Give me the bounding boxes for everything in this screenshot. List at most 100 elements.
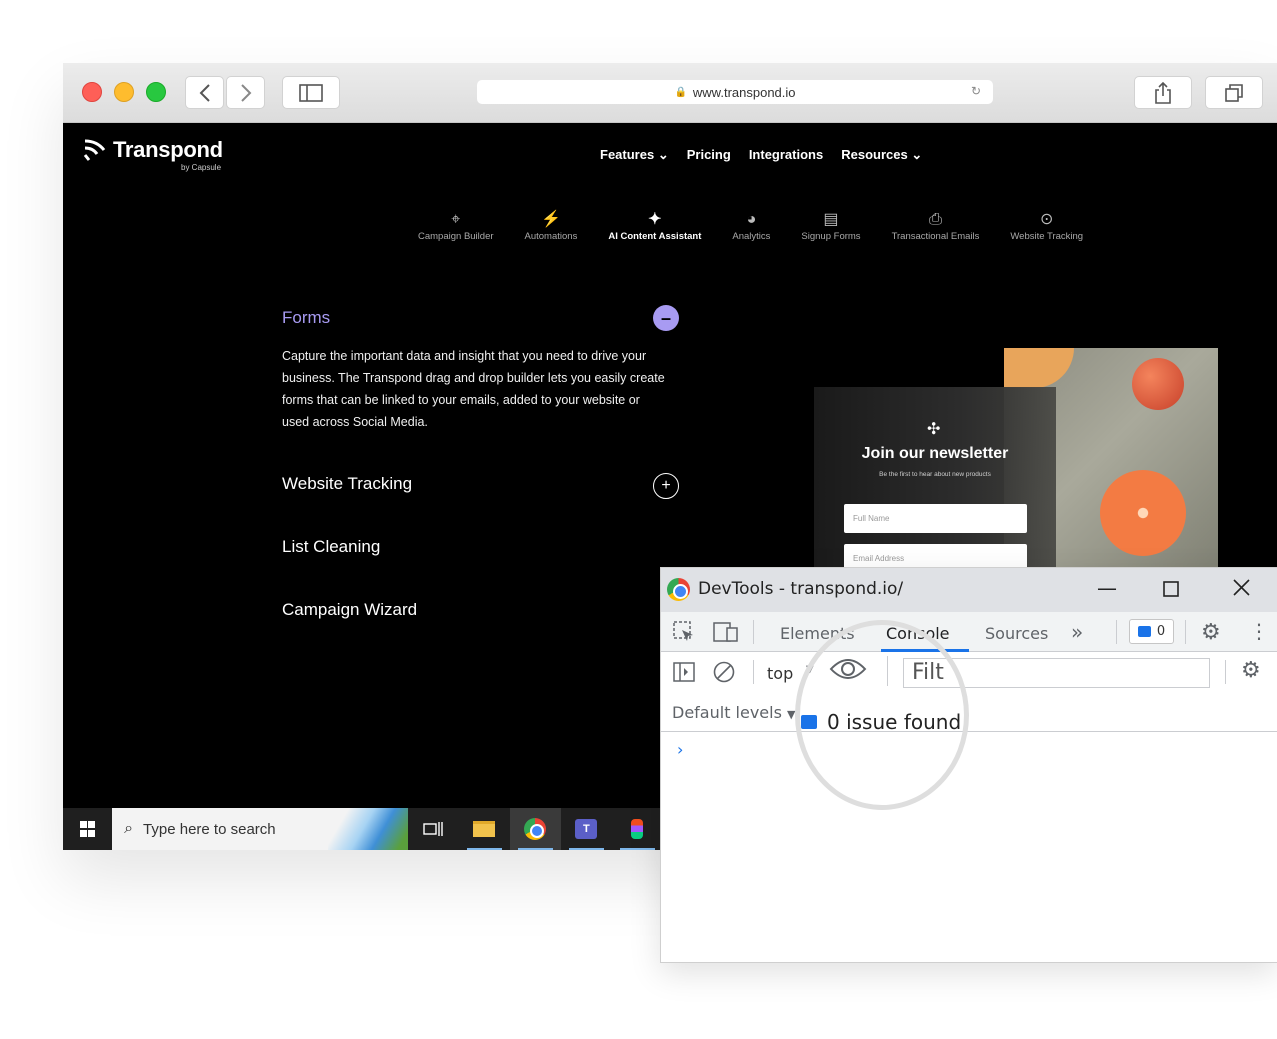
- target-icon: ⊙: [1040, 211, 1054, 228]
- taskbar-search[interactable]: ⌕ Type here to search: [112, 808, 408, 850]
- toolbar-divider: [1116, 620, 1117, 644]
- grapefruit-image: [1100, 470, 1186, 556]
- windows-start-icon[interactable]: [63, 808, 112, 850]
- toolbar-divider: [1225, 660, 1226, 684]
- accordion-forms[interactable]: Forms: [282, 308, 682, 328]
- sidebar-toggle-icon[interactable]: [673, 661, 695, 688]
- minimize-window-button[interactable]: [114, 82, 134, 102]
- nav-integrations[interactable]: Integrations: [749, 147, 823, 163]
- inspect-element-icon[interactable]: [673, 621, 695, 648]
- maximize-icon[interactable]: [1163, 578, 1179, 602]
- subnav-ai-content-assistant[interactable]: ✦ AI Content Assistant: [608, 209, 701, 242]
- back-button[interactable]: [185, 76, 224, 109]
- toolbar-divider: [1185, 620, 1186, 644]
- nav-features[interactable]: Features ⌄: [600, 147, 669, 163]
- console-settings-icon[interactable]: ⚙: [1241, 658, 1261, 683]
- transpond-logo[interactable]: Transpond by Capsule: [83, 137, 223, 172]
- context-selector[interactable]: top: [767, 664, 793, 683]
- message-icon: [801, 715, 817, 729]
- subnav-automations[interactable]: ⚡ Automations: [525, 209, 578, 242]
- sidebar-toggle-button[interactable]: [282, 76, 340, 109]
- subnav-signup-forms[interactable]: ▤ Signup Forms: [801, 209, 860, 242]
- chrome-icon[interactable]: [509, 808, 561, 850]
- sidebar-icon: [299, 83, 323, 102]
- accordion-body: Capture the important data and insight t…: [282, 349, 665, 429]
- close-icon[interactable]: [1233, 577, 1250, 601]
- transpond-logo-icon: [83, 139, 106, 161]
- subnav-campaign-builder[interactable]: ⌖ Campaign Builder: [418, 209, 494, 242]
- subnav-transactional-emails[interactable]: ⎙ Transactional Emails: [892, 209, 980, 242]
- issues-status[interactable]: 0 issue found: [801, 710, 961, 734]
- message-icon: [1137, 626, 1151, 637]
- share-button[interactable]: [1134, 76, 1192, 109]
- toolbar-divider: [753, 660, 754, 684]
- teams-icon[interactable]: T: [561, 808, 612, 850]
- accordion-title: Forms: [282, 308, 331, 327]
- nav-resources[interactable]: Resources ⌄: [841, 147, 922, 163]
- accordion-campaign-wizard[interactable]: Campaign Wizard: [282, 600, 682, 620]
- console-filter-input[interactable]: Filt: [903, 658, 1210, 688]
- toolbar-divider: [753, 620, 754, 644]
- device-toolbar-icon[interactable]: [713, 621, 739, 648]
- search-icon: ⌕: [124, 820, 134, 837]
- form-icon: ▤: [823, 211, 839, 228]
- issues-count: 0: [1156, 624, 1166, 639]
- brand-icon: ✣: [927, 421, 941, 438]
- tabs-overview-button[interactable]: [1205, 76, 1263, 109]
- minimize-icon[interactable]: —: [1097, 576, 1117, 600]
- newsletter-subtitle: Be the first to hear about new products: [879, 471, 991, 478]
- lock-icon: 🔒: [674, 86, 687, 98]
- accordion-title: Campaign Wizard: [282, 600, 418, 619]
- close-window-button[interactable]: [82, 82, 102, 102]
- more-options-icon[interactable]: ⋮: [1249, 619, 1269, 643]
- zoom-window-button[interactable]: [146, 82, 166, 102]
- main-navigation: Features ⌄ Pricing Integrations Resource…: [600, 147, 922, 163]
- devtools-tab-bar: Elements Console Sources » 0 ⚙ ⋮: [661, 612, 1277, 652]
- apple-image: [1132, 358, 1184, 410]
- pie-chart-icon: ◕: [746, 211, 757, 228]
- accordion-title: List Cleaning: [282, 537, 381, 556]
- nav-pricing[interactable]: Pricing: [687, 147, 731, 163]
- clear-console-icon[interactable]: [713, 661, 735, 688]
- logo-wordmark: Transpond: [113, 137, 223, 162]
- tab-elements[interactable]: Elements: [780, 624, 855, 643]
- search-placeholder: Type here to search: [143, 820, 276, 838]
- forward-button[interactable]: [226, 76, 265, 109]
- subnav-analytics[interactable]: ◕ Analytics: [732, 209, 770, 242]
- figma-icon[interactable]: [612, 808, 663, 850]
- caret-down-icon: ▼: [806, 664, 814, 675]
- feature-subnav: ⌖ Campaign Builder ⚡ Automations ✦ AI Co…: [418, 209, 1114, 242]
- task-view-icon[interactable]: [408, 808, 459, 850]
- eye-icon[interactable]: [829, 656, 867, 687]
- subnav-website-tracking[interactable]: ⊙ Website Tracking: [1010, 209, 1083, 242]
- share-icon: [1155, 81, 1171, 104]
- lightning-icon: ⚡: [540, 211, 561, 228]
- issues-badge[interactable]: 0: [1129, 619, 1174, 644]
- reload-icon[interactable]: ↻: [971, 84, 981, 98]
- cursor-click-icon: ⌖: [451, 211, 461, 228]
- windows-taskbar: ⌕ Type here to search T: [63, 808, 663, 850]
- tab-console[interactable]: Console: [886, 624, 950, 643]
- tabs-icon: [1225, 83, 1243, 102]
- browser-toolbar: 🔒 www.transpond.io ↻: [63, 63, 1277, 123]
- console-prompt[interactable]: ›: [677, 740, 683, 759]
- file-explorer-icon[interactable]: [459, 808, 510, 850]
- address-bar[interactable]: 🔒 www.transpond.io ↻: [477, 80, 993, 104]
- url-text: www.transpond.io: [692, 84, 796, 100]
- accordion-list-cleaning[interactable]: List Cleaning: [282, 537, 682, 557]
- logo-subtitle: by Capsule: [181, 163, 222, 172]
- settings-gear-icon[interactable]: ⚙: [1201, 620, 1221, 645]
- newsletter-card: ✣ Join our newsletter Be the first to he…: [814, 387, 1056, 583]
- accordion-website-tracking[interactable]: Website Tracking: [282, 474, 682, 494]
- full-name-field[interactable]: Full Name: [844, 504, 1027, 533]
- more-tabs-icon[interactable]: »: [1071, 620, 1083, 644]
- expand-button[interactable]: +: [653, 473, 679, 499]
- devtools-title: DevTools - transpond.io/: [698, 579, 904, 599]
- log-levels-dropdown[interactable]: Default levels ▼: [672, 703, 796, 722]
- inbox-icon: ⎙: [929, 211, 942, 228]
- tab-sources[interactable]: Sources: [985, 624, 1048, 643]
- newsletter-title: Join our newsletter: [861, 445, 1009, 462]
- collapse-button[interactable]: –: [653, 305, 679, 331]
- caret-down-icon: ▼: [787, 708, 796, 721]
- search-highlight-image: [327, 808, 408, 850]
